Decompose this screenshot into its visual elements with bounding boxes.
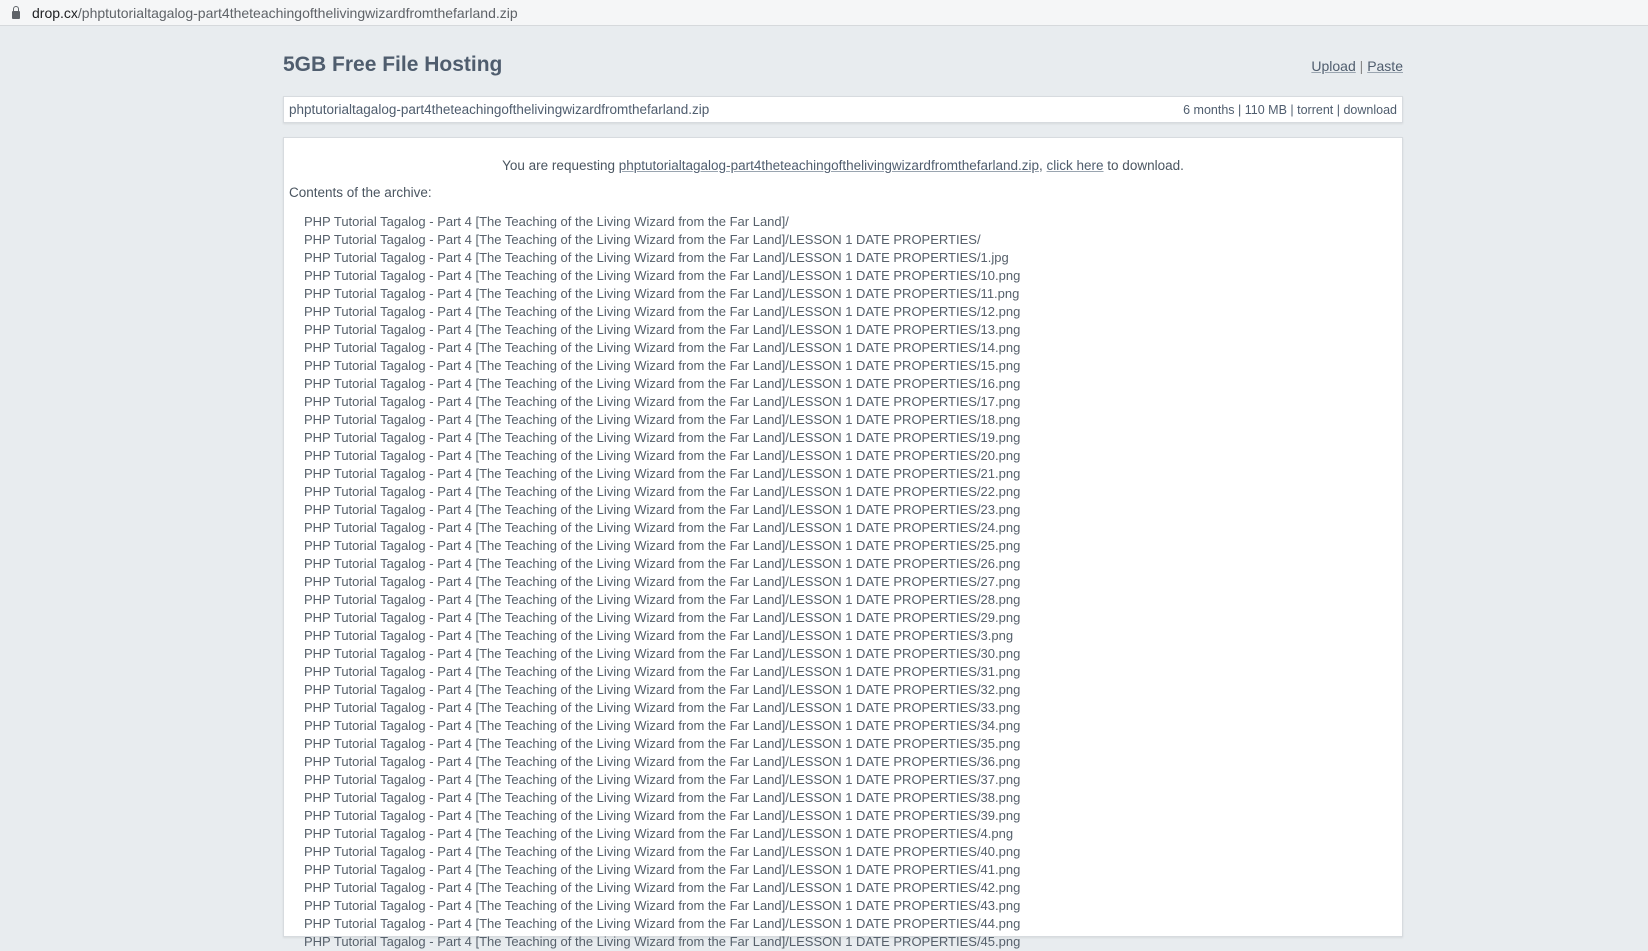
requested-file-link[interactable]: phptutorialtagalog-part4theteachingofthe…: [619, 158, 1039, 173]
archive-entry: PHP Tutorial Tagalog - Part 4 [The Teach…: [304, 934, 1021, 949]
address-url[interactable]: drop.cx/phptutorialtagalog-part4theteach…: [32, 5, 518, 21]
archive-entry: PHP Tutorial Tagalog - Part 4 [The Teach…: [304, 754, 1021, 769]
file-age: 6 months: [1183, 102, 1235, 117]
request-prefix: You are requesting: [502, 158, 619, 173]
archive-file-list: PHP Tutorial Tagalog - Part 4 [The Teach…: [289, 213, 1397, 951]
upload-link[interactable]: Upload: [1311, 58, 1355, 74]
archive-entry: PHP Tutorial Tagalog - Part 4 [The Teach…: [304, 430, 1021, 445]
torrent-link[interactable]: torrent: [1297, 103, 1333, 117]
archive-entry: PHP Tutorial Tagalog - Part 4 [The Teach…: [304, 232, 981, 247]
archive-entry: PHP Tutorial Tagalog - Part 4 [The Teach…: [304, 286, 1020, 301]
archive-entry: PHP Tutorial Tagalog - Part 4 [The Teach…: [304, 736, 1021, 751]
archive-entry: PHP Tutorial Tagalog - Part 4 [The Teach…: [304, 214, 789, 229]
header-separator: |: [1359, 58, 1364, 74]
site-header: 5GB Free File Hosting Upload | Paste: [283, 26, 1403, 96]
url-host: drop.cx: [32, 4, 78, 21]
archive-entry: PHP Tutorial Tagalog - Part 4 [The Teach…: [304, 664, 1021, 679]
archive-entry: PHP Tutorial Tagalog - Part 4 [The Teach…: [304, 898, 1021, 913]
archive-entry: PHP Tutorial Tagalog - Part 4 [The Teach…: [304, 574, 1021, 589]
archive-entry: PHP Tutorial Tagalog - Part 4 [The Teach…: [304, 790, 1021, 805]
request-comma: ,: [1039, 158, 1047, 173]
header-links: Upload | Paste: [1311, 58, 1403, 74]
archive-entry: PHP Tutorial Tagalog - Part 4 [The Teach…: [304, 700, 1021, 715]
meta-separator: |: [1238, 102, 1242, 117]
archive-entry: PHP Tutorial Tagalog - Part 4 [The Teach…: [304, 826, 1014, 841]
file-meta: 6 months | 110 MB | torrent | download: [1183, 103, 1397, 117]
content-panel: You are requesting phptutorialtagalog-pa…: [283, 137, 1403, 949]
file-info-bar: phptutorialtagalog-part4theteachingofthe…: [283, 96, 1403, 123]
archive-entry: PHP Tutorial Tagalog - Part 4 [The Teach…: [304, 502, 1021, 517]
lock-icon[interactable]: [12, 5, 20, 19]
archive-entry: PHP Tutorial Tagalog - Part 4 [The Teach…: [304, 808, 1021, 823]
archive-entry: PHP Tutorial Tagalog - Part 4 [The Teach…: [304, 466, 1021, 481]
archive-entry: PHP Tutorial Tagalog - Part 4 [The Teach…: [304, 718, 1021, 733]
archive-entry: PHP Tutorial Tagalog - Part 4 [The Teach…: [304, 304, 1021, 319]
archive-entry: PHP Tutorial Tagalog - Part 4 [The Teach…: [304, 844, 1021, 859]
archive-entry: PHP Tutorial Tagalog - Part 4 [The Teach…: [304, 628, 1014, 643]
archive-entry: PHP Tutorial Tagalog - Part 4 [The Teach…: [304, 916, 1021, 931]
archive-entry: PHP Tutorial Tagalog - Part 4 [The Teach…: [304, 682, 1021, 697]
request-suffix: to download.: [1103, 158, 1184, 173]
archive-entry: PHP Tutorial Tagalog - Part 4 [The Teach…: [304, 538, 1021, 553]
archive-entry: PHP Tutorial Tagalog - Part 4 [The Teach…: [304, 880, 1021, 895]
archive-entry: PHP Tutorial Tagalog - Part 4 [The Teach…: [304, 250, 1009, 265]
archive-entry: PHP Tutorial Tagalog - Part 4 [The Teach…: [304, 358, 1021, 373]
archive-entry: PHP Tutorial Tagalog - Part 4 [The Teach…: [304, 448, 1021, 463]
archive-entry: PHP Tutorial Tagalog - Part 4 [The Teach…: [304, 556, 1021, 571]
page-container: 5GB Free File Hosting Upload | Paste php…: [283, 26, 1403, 949]
download-link[interactable]: download: [1343, 103, 1397, 117]
archive-entry: PHP Tutorial Tagalog - Part 4 [The Teach…: [304, 376, 1021, 391]
archive-entry: PHP Tutorial Tagalog - Part 4 [The Teach…: [304, 592, 1021, 607]
site-title[interactable]: 5GB Free File Hosting: [283, 53, 502, 77]
file-size: 110 MB: [1244, 102, 1287, 117]
archive-entry: PHP Tutorial Tagalog - Part 4 [The Teach…: [304, 340, 1021, 355]
archive-entry: PHP Tutorial Tagalog - Part 4 [The Teach…: [304, 268, 1021, 283]
archive-entry: PHP Tutorial Tagalog - Part 4 [The Teach…: [304, 412, 1021, 427]
archive-entry: PHP Tutorial Tagalog - Part 4 [The Teach…: [304, 520, 1021, 535]
archive-entry: PHP Tutorial Tagalog - Part 4 [The Teach…: [304, 772, 1021, 787]
archive-entry: PHP Tutorial Tagalog - Part 4 [The Teach…: [304, 322, 1021, 337]
url-path: /phptutorialtagalog-part4theteachingofth…: [77, 4, 518, 21]
click-here-link[interactable]: click here: [1047, 158, 1104, 173]
archive-entry: PHP Tutorial Tagalog - Part 4 [The Teach…: [304, 484, 1021, 499]
archive-entry: PHP Tutorial Tagalog - Part 4 [The Teach…: [304, 646, 1021, 661]
meta-separator: |: [1336, 102, 1340, 117]
archive-contents-label: Contents of the archive:: [289, 185, 432, 200]
meta-separator: |: [1290, 102, 1294, 117]
archive-entry: PHP Tutorial Tagalog - Part 4 [The Teach…: [304, 610, 1021, 625]
archive-entry: PHP Tutorial Tagalog - Part 4 [The Teach…: [304, 862, 1021, 877]
paste-link[interactable]: Paste: [1367, 58, 1403, 74]
download-request-message: You are requesting phptutorialtagalog-pa…: [289, 138, 1397, 173]
file-name: phptutorialtagalog-part4theteachingofthe…: [289, 102, 710, 117]
archive-entry: PHP Tutorial Tagalog - Part 4 [The Teach…: [304, 394, 1021, 409]
browser-address-bar[interactable]: drop.cx/phptutorialtagalog-part4theteach…: [0, 0, 1648, 26]
